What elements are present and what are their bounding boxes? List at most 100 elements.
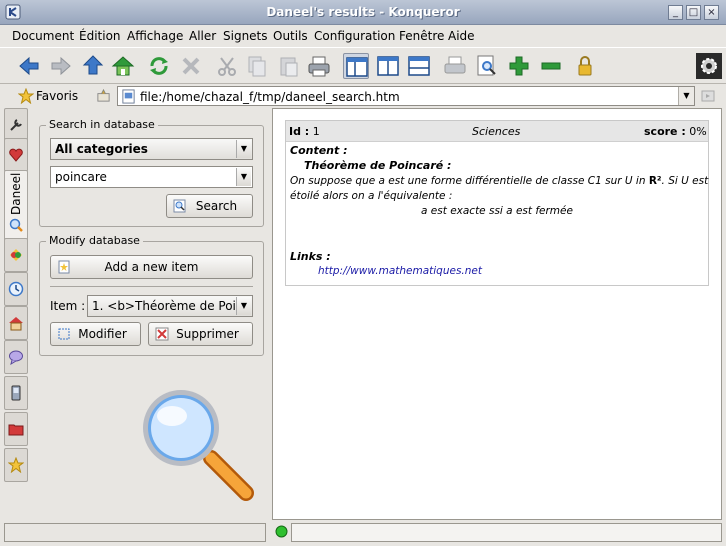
delete-button[interactable]: Supprimer — [148, 322, 253, 346]
search-group-title: Search in database — [46, 118, 158, 131]
delete-button-label: Supprimer — [176, 327, 239, 341]
print-icon[interactable] — [306, 53, 332, 79]
sidebar-tab-bookmarks[interactable] — [4, 238, 28, 272]
red-folder-icon — [8, 424, 24, 436]
url-field[interactable]: file:/home/chazal_f/tmp/daneel_search.ht… — [117, 86, 695, 106]
clock-icon — [8, 281, 24, 297]
theorem-text-line2: étoilé alors on a l'équivalente : — [290, 190, 453, 202]
menu-affichage[interactable]: Affichage — [127, 29, 183, 43]
menu-document[interactable]: Document — [12, 29, 74, 43]
search-group: Search in database All categories ▼ poin… — [39, 118, 264, 227]
reload-icon[interactable] — [146, 53, 172, 79]
menu-configuration[interactable]: Configuration — [314, 29, 395, 43]
menu-fenetre[interactable]: Fenêtre — [399, 29, 444, 43]
zoom-in-icon[interactable] — [506, 53, 532, 79]
zoom-out-icon[interactable] — [538, 53, 564, 79]
result-header: Id : 1 Sciences score : 0% — [286, 121, 708, 142]
print-frame-icon[interactable] — [442, 53, 468, 79]
back-icon[interactable] — [16, 53, 42, 79]
category-select[interactable]: All categories ▼ — [50, 138, 253, 160]
sidebar-tab-favorites[interactable] — [4, 138, 28, 172]
up-icon[interactable] — [80, 53, 106, 79]
menu-signets[interactable]: Signets — [223, 29, 268, 43]
search-button-label: Search — [195, 199, 238, 213]
search-button[interactable]: Search — [166, 194, 253, 218]
go-icon[interactable] — [700, 88, 716, 104]
menu-bar: Document Édition Affichage Aller Signets… — [0, 26, 726, 46]
result-link[interactable]: http://www.mathematiques.net — [318, 265, 482, 277]
score-value: 0% — [689, 125, 707, 138]
main-toolbar — [0, 47, 726, 84]
page-status-field — [291, 523, 722, 542]
chevron-down-icon[interactable]: ▼ — [236, 140, 251, 158]
html-view[interactable]: Id : 1 Sciences score : 0% Content : Thé… — [272, 108, 722, 520]
clear-location-icon[interactable] — [96, 88, 111, 103]
item-label: Item : — [50, 299, 86, 313]
chevron-down-icon[interactable]: ▼ — [236, 168, 251, 186]
sidebar-tab-star[interactable] — [4, 448, 28, 482]
bookmarks-colors-icon — [10, 249, 22, 261]
sidebar-tab-history[interactable] — [4, 272, 28, 306]
status-bar — [0, 520, 726, 546]
daneel-tab-label: Daneel — [9, 172, 23, 215]
forward-icon[interactable] — [48, 53, 74, 79]
id-value: 1 — [312, 125, 320, 138]
search-icon — [173, 199, 186, 213]
modify-button[interactable]: Modifier — [50, 322, 141, 346]
category-value: All categories — [55, 142, 148, 156]
menu-aller[interactable]: Aller — [189, 29, 216, 43]
url-dropdown-icon[interactable]: ▼ — [678, 87, 694, 105]
theorem-text-line1: On suppose que a est une forme différent… — [290, 175, 709, 187]
result-category: Sciences — [472, 125, 521, 138]
menu-edition[interactable]: Édition — [79, 29, 121, 43]
daneel-sidebar-panel: Search in database All categories ▼ poin… — [30, 108, 268, 520]
split-vertical-icon[interactable] — [375, 53, 401, 79]
delete-icon — [155, 327, 169, 341]
activity-gear-icon — [696, 53, 722, 79]
bold-r-squared: R² — [648, 175, 662, 187]
sidebar-tab-devices[interactable] — [4, 376, 28, 410]
divider — [50, 286, 253, 287]
stop-icon[interactable] — [178, 53, 204, 79]
status-light-icon — [275, 525, 288, 538]
find-icon[interactable] — [474, 53, 500, 79]
links-label: Links : — [290, 250, 331, 263]
id-label: Id : — [289, 125, 310, 138]
sidebar-tab-chat[interactable] — [4, 340, 28, 374]
home-icon[interactable] — [110, 53, 136, 79]
sidebar-tab-folders[interactable] — [4, 412, 28, 446]
lock-icon[interactable] — [572, 53, 598, 79]
search-query-input[interactable]: poincare ▼ — [50, 166, 253, 188]
add-item-button[interactable]: Add a new item — [50, 255, 253, 279]
url-text: file:/home/chazal_f/tmp/daneel_search.ht… — [140, 90, 400, 104]
chevron-down-icon[interactable]: ▼ — [236, 297, 251, 315]
speech-bubble-icon — [9, 350, 23, 365]
modify-group: Modify database Add a new item Item : 1.… — [39, 234, 264, 356]
maximize-button[interactable]: □ — [686, 5, 701, 20]
menu-outils[interactable]: Outils — [273, 29, 308, 43]
cut-icon[interactable] — [214, 53, 240, 79]
content-label: Content : — [290, 144, 348, 157]
title-bar[interactable]: Daneel's results - Konqueror _ □ × — [0, 0, 726, 25]
sidebar-tabs: Daneel — [4, 108, 28, 520]
modify-button-label: Modifier — [78, 327, 127, 341]
copy-icon[interactable] — [244, 53, 270, 79]
score-label: score : — [644, 125, 686, 138]
minimize-button[interactable]: _ — [668, 5, 683, 20]
split-horizontal-icon[interactable] — [406, 53, 432, 79]
search-query-value: poincare — [55, 170, 107, 184]
sidebar-tab-home[interactable] — [4, 306, 28, 340]
device-icon — [11, 385, 21, 401]
heart-icon — [9, 148, 23, 162]
bookmarks-button[interactable]: Favoris — [36, 89, 78, 103]
split-sidebar-icon[interactable] — [343, 53, 369, 79]
large-magnifier-icon — [143, 390, 254, 501]
paste-icon[interactable] — [276, 53, 302, 79]
sidebar-tab-configure[interactable] — [4, 108, 28, 142]
result-card: Id : 1 Sciences score : 0% Content : Thé… — [285, 120, 709, 286]
close-button[interactable]: × — [704, 5, 719, 20]
magnifier-icon — [9, 218, 23, 232]
item-select[interactable]: 1. <b>Théorème de Poinca ▼ — [87, 295, 253, 317]
menu-aide[interactable]: Aide — [448, 29, 475, 43]
edit-icon — [58, 328, 70, 340]
